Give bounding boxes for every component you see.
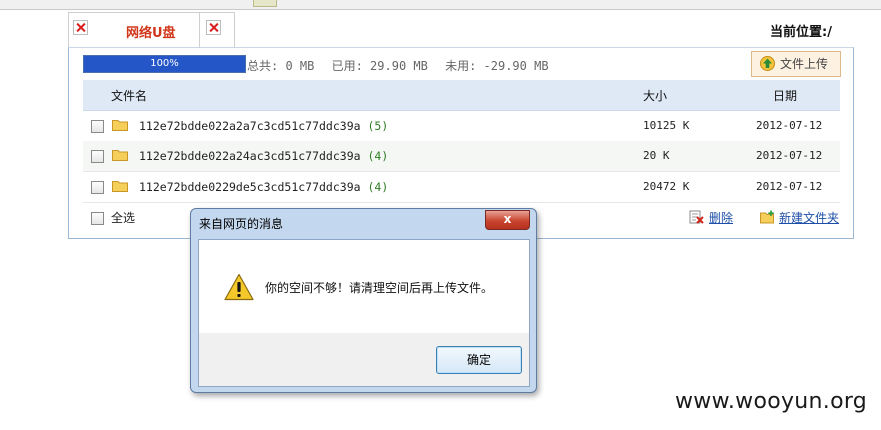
new-folder-icon [760,210,774,224]
select-all-label[interactable]: 全选 [111,209,135,226]
row-checkbox[interactable] [91,181,104,194]
tab-title[interactable]: 网络U盘 [126,22,176,41]
dialog-body: 你的空间不够！请清理空间后再上传文件。 确定 [198,239,530,387]
file-count: (4) [367,180,389,194]
row-checkbox[interactable] [91,120,104,133]
alert-dialog: 来自网页的消息 x 你的空间不够！请清理空间后再上传文件。 确定 [190,208,537,393]
dialog-message: 你的空间不够！请清理空间后再上传文件。 [265,281,494,295]
delete-icon [689,210,704,224]
folder-icon [112,120,128,131]
storage-progress-bar: 100% [83,55,246,73]
upload-button[interactable]: 文件上传 [751,51,841,77]
file-date: 2012-07-12 [756,180,823,193]
header-size[interactable]: 大小 [643,87,667,104]
file-size: 10125 K [643,119,690,132]
file-size: 20472 K [643,180,690,193]
upload-arrow-icon [760,56,775,71]
file-date: 2012-07-12 [756,149,823,162]
tab-separator [199,12,200,48]
header-name[interactable]: 文件名 [111,87,147,104]
upload-label: 文件上传 [780,57,829,71]
file-name[interactable]: 112e72bdde0229de5c3cd51c77ddc39a (4) [139,180,388,194]
stat-total: 总共: 0 MB [247,59,315,73]
browser-top-strip [0,0,881,10]
new-folder-link[interactable]: 新建文件夹 [779,209,839,226]
current-location: 当前位置:/ [770,25,832,40]
folder-icon [112,150,128,161]
table-row[interactable]: 112e72bdde022a2a7c3cd51c77ddc39a (5) 101… [83,111,840,142]
file-size: 20 K [643,149,670,162]
table-row[interactable]: 112e72bdde022a24ac3cd51c77ddc39a (4) 20 … [83,141,840,172]
delete-link[interactable]: 删除 [709,209,733,226]
table-header: 文件名 大小 日期 [83,80,840,111]
file-count: (4) [367,149,389,163]
file-count: (5) [367,119,389,133]
ok-button[interactable]: 确定 [436,346,522,374]
file-name-text: 112e72bdde022a2a7c3cd51c77ddc39a [139,119,361,133]
broken-image-icon [73,20,88,35]
file-date: 2012-07-12 [756,119,823,132]
row-checkbox[interactable] [91,150,104,163]
file-name-text: 112e72bdde0229de5c3cd51c77ddc39a [139,180,361,194]
header-date[interactable]: 日期 [773,87,797,104]
file-name[interactable]: 112e72bdde022a24ac3cd51c77ddc39a (4) [139,149,388,163]
toolbar-nub [253,0,277,7]
table-row[interactable]: 112e72bdde0229de5c3cd51c77ddc39a (4) 204… [83,172,840,203]
file-name[interactable]: 112e72bdde022a2a7c3cd51c77ddc39a (5) [139,119,388,133]
broken-image-icon [206,20,221,35]
stat-used: 已用: 29.90 MB [331,59,428,73]
watermark: www.wooyun.org [675,389,868,414]
select-all-checkbox[interactable] [91,212,104,225]
storage-stats: 总共: 0 MB 已用: 29.90 MB 未用: -29.90 MB [247,57,559,74]
warning-icon [224,273,254,301]
stat-free: 未用: -29.90 MB [445,59,549,73]
dialog-title: 来自网页的消息 [199,217,284,231]
dialog-close-button[interactable]: x [485,210,530,230]
progress-label: 100% [150,58,179,69]
folder-icon [112,181,128,192]
file-name-text: 112e72bdde022a24ac3cd51c77ddc39a [139,149,361,163]
